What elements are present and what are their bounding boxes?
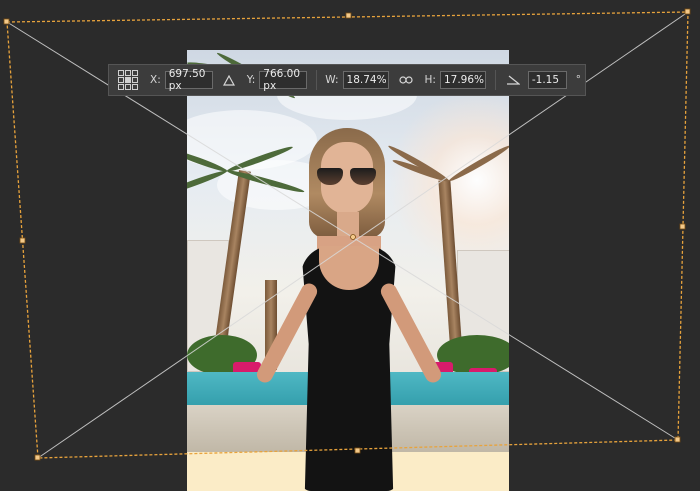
divider <box>316 70 318 90</box>
handle-top-right[interactable] <box>684 8 691 15</box>
width-field[interactable]: 18.74% <box>342 71 389 89</box>
reference-point-icon[interactable] <box>118 70 138 90</box>
handle-top-middle[interactable] <box>345 12 352 19</box>
center-reference-point[interactable] <box>350 234 356 240</box>
transform-options-bar: X: 697.50 px Y: 766.00 px W: 18.74% H: 1… <box>108 64 586 96</box>
delta-triangle-icon[interactable] <box>222 74 235 86</box>
x-label: X: <box>150 74 161 86</box>
handle-middle-left[interactable] <box>19 237 26 244</box>
w-label: W: <box>325 74 339 86</box>
y-label: Y: <box>246 74 256 86</box>
x-position-field[interactable]: 697.50 px <box>164 68 213 92</box>
h-label: H: <box>424 74 436 86</box>
handle-bottom-middle[interactable] <box>354 447 361 454</box>
sunglasses <box>317 168 377 186</box>
y-position-field[interactable]: 766.00 px <box>259 68 308 92</box>
handle-bottom-right[interactable] <box>674 436 681 443</box>
height-field[interactable]: 17.96% <box>439 71 486 89</box>
document-canvas[interactable]: X: 697.50 px Y: 766.00 px W: 18.74% H: 1… <box>0 0 700 491</box>
divider <box>494 70 496 90</box>
link-icon[interactable] <box>398 75 413 85</box>
handle-middle-right[interactable] <box>679 223 686 230</box>
handle-bottom-left[interactable] <box>34 454 41 461</box>
handle-top-left[interactable] <box>3 18 10 25</box>
degree-symbol: ° <box>575 74 582 86</box>
photo-layer[interactable] <box>187 50 509 491</box>
woman-subject <box>254 128 444 491</box>
angle-icon <box>506 75 520 85</box>
rotation-angle-field[interactable]: -1.15 <box>527 71 567 89</box>
